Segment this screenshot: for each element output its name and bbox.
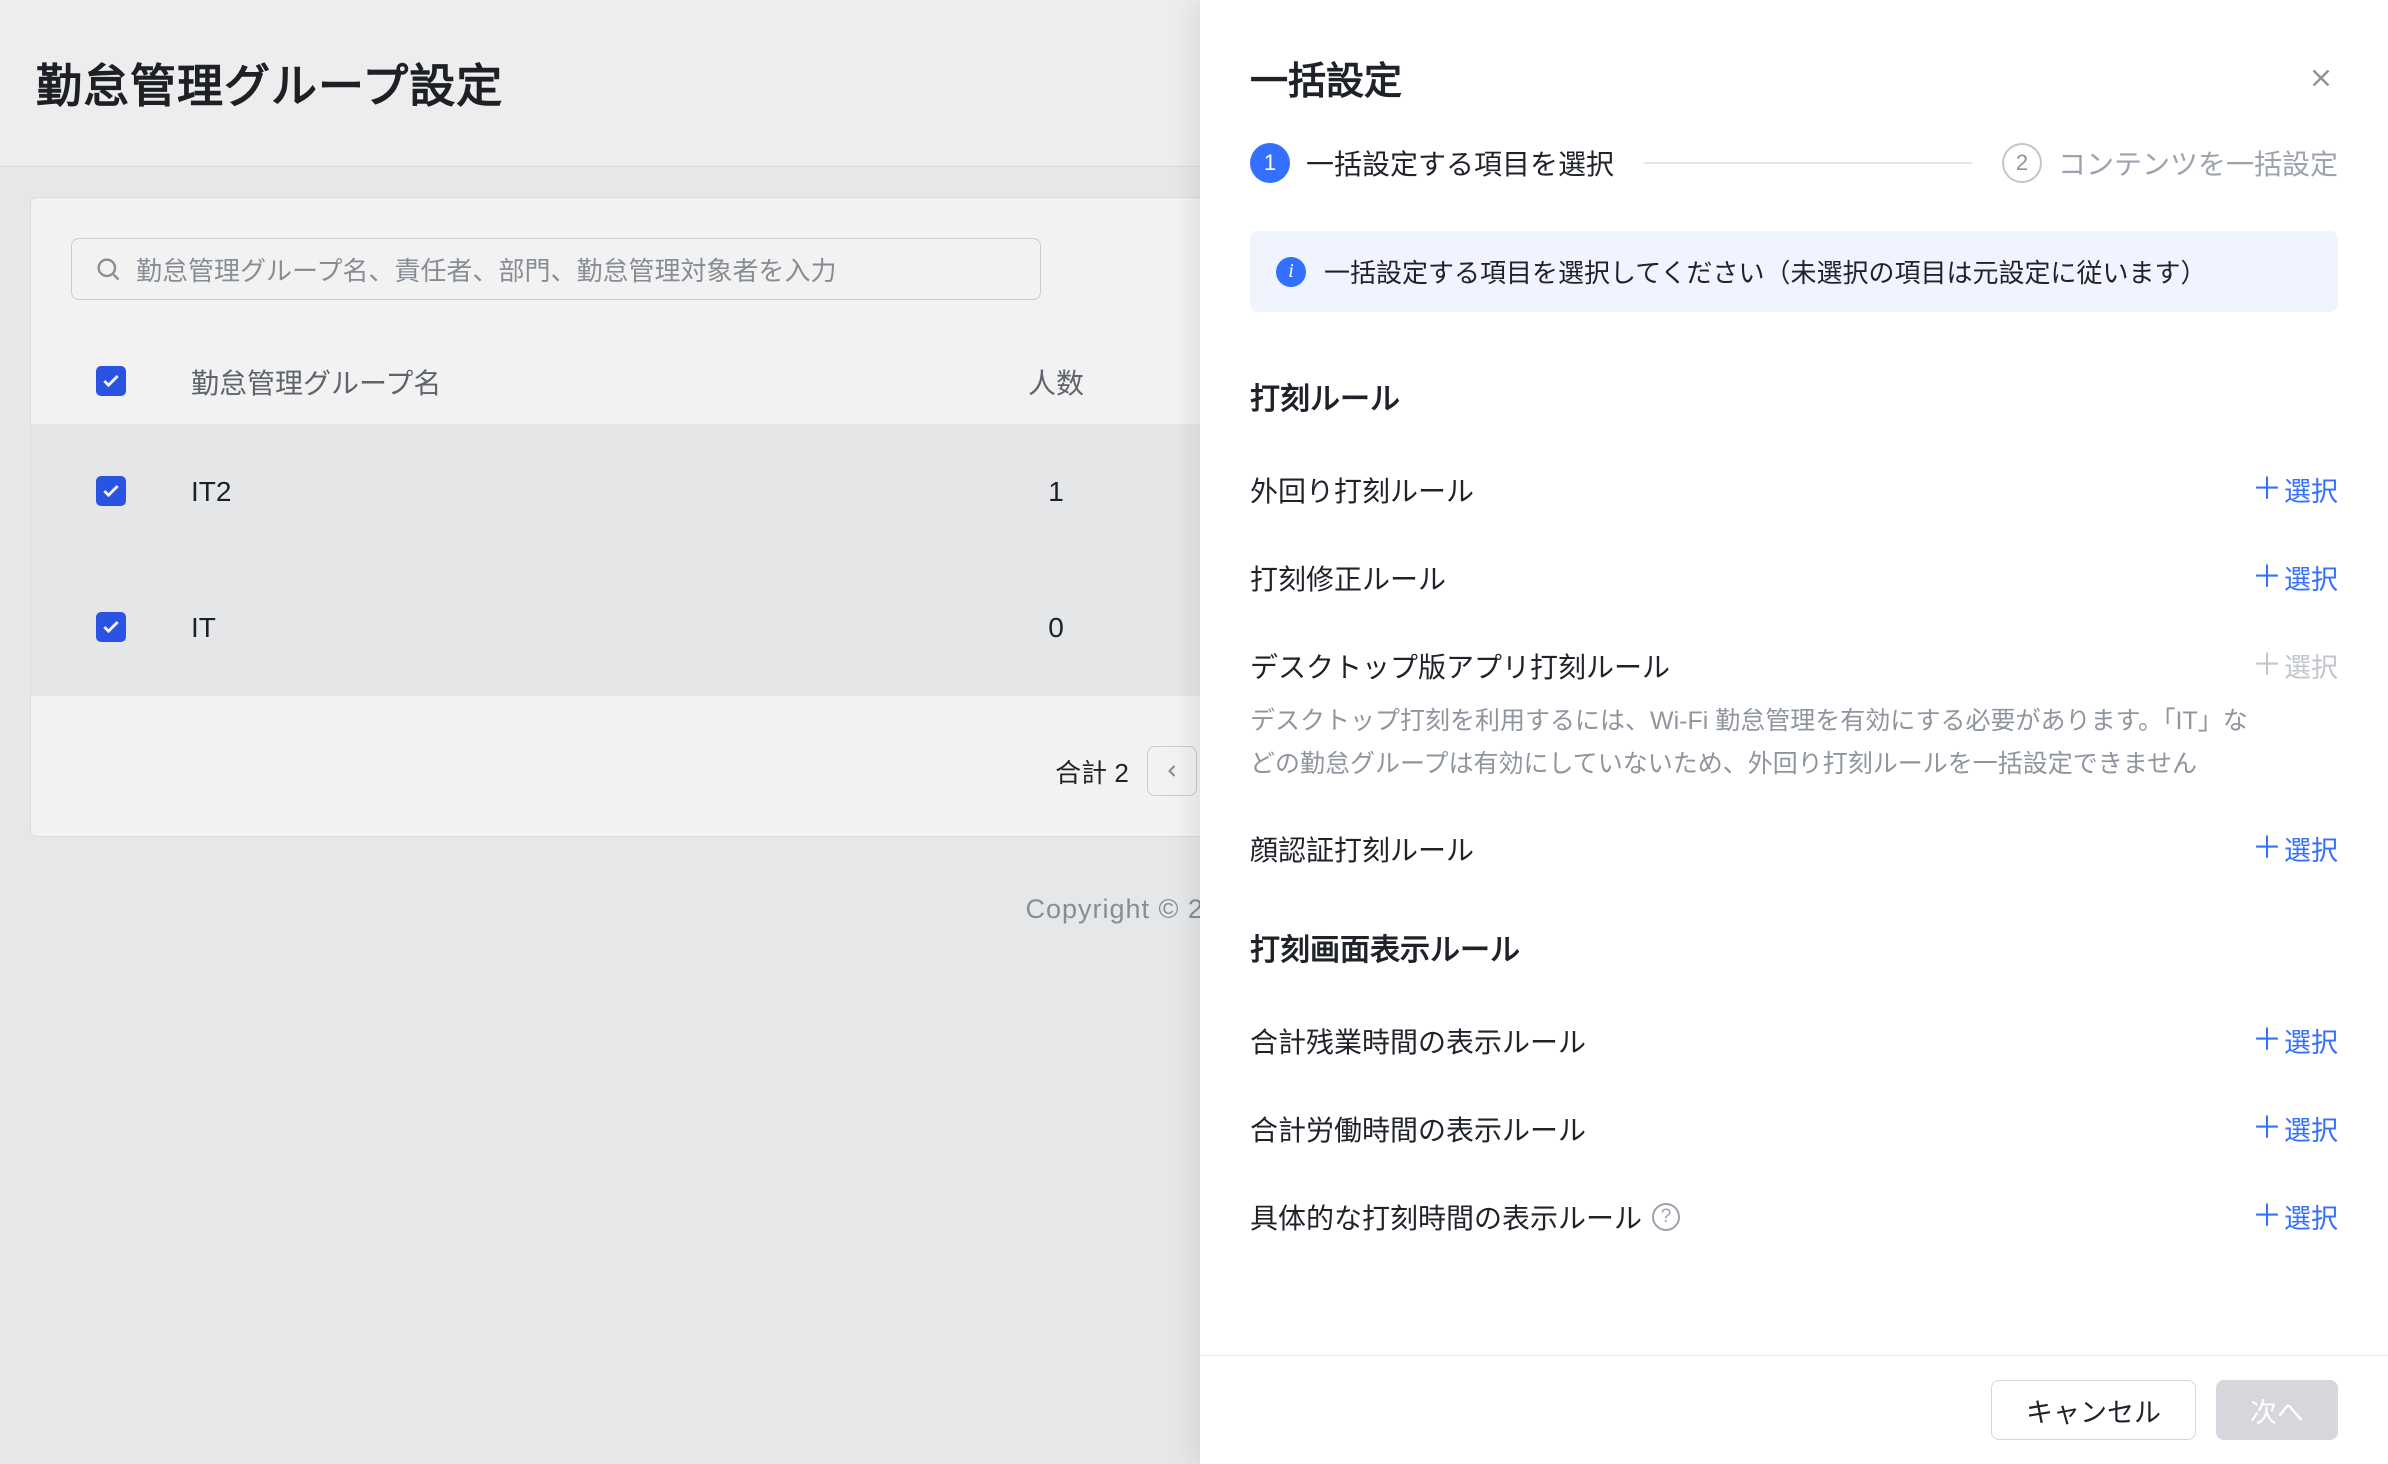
plus-icon: ＋ (2252, 834, 2282, 864)
pagination-prev[interactable] (1147, 746, 1197, 796)
select-button[interactable]: ＋選択 (2252, 558, 2338, 597)
pagination-total: 合計 2 (1055, 753, 1129, 790)
step-2: 2 コンテンツを一括設定 (2002, 143, 2338, 183)
rule-row-desktop: デスクトップ版アプリ打刻ルール ＋選択 (1250, 622, 2338, 710)
step-divider (1644, 162, 1972, 164)
select-button[interactable]: ＋選択 (2252, 1197, 2338, 1236)
checkbox-all[interactable] (96, 366, 126, 396)
drawer-body: 打刻ルール 外回り打刻ルール ＋選択 打刻修正ルール ＋選択 デスクトップ版アプ… (1200, 360, 2388, 1355)
section-title-clock: 打刻ルール (1250, 374, 2338, 418)
checkbox-row[interactable] (96, 476, 126, 506)
rule-label: 具体的な打刻時間の表示ルール ? (1250, 1197, 1680, 1237)
rule-label: デスクトップ版アプリ打刻ルール (1250, 646, 1670, 686)
close-icon (2306, 63, 2336, 93)
rule-row-work: 合計労働時間の表示ルール ＋選択 (1250, 1085, 2338, 1173)
step-1-label: 一括設定する項目を選択 (1306, 143, 1614, 183)
rule-row-face: 顔認証打刻ルール ＋選択 (1250, 805, 2338, 893)
cancel-button[interactable]: キャンセル (1991, 1380, 2196, 1440)
plus-icon: ＋ (2252, 651, 2282, 681)
info-icon: i (1276, 257, 1306, 287)
cell-name: IT (191, 560, 991, 696)
cell-count: 0 (991, 560, 1121, 696)
bulk-settings-drawer: 一括設定 1 一括設定する項目を選択 2 コンテンツを一括設定 i 一括設定する… (1200, 0, 2388, 1464)
drawer-title: 一括設定 (1250, 50, 1402, 105)
close-button[interactable] (2304, 61, 2338, 95)
rule-label: 外回り打刻ルール (1250, 470, 1474, 510)
rule-label: 顔認証打刻ルール (1250, 829, 1474, 869)
col-count: 人数 (991, 340, 1121, 424)
select-button-disabled: ＋選択 (2252, 646, 2338, 685)
plus-icon: ＋ (2252, 1026, 2282, 1056)
rule-row-ext: 外回り打刻ルール ＋選択 (1250, 446, 2338, 534)
cell-name: IT2 (191, 424, 991, 560)
plus-icon: ＋ (2252, 1202, 2282, 1232)
select-button[interactable]: ＋選択 (2252, 1021, 2338, 1060)
search-icon (94, 255, 122, 283)
select-button[interactable]: ＋選択 (2252, 1109, 2338, 1148)
rule-row-fix: 打刻修正ルール ＋選択 (1250, 534, 2338, 622)
rule-row-overtime: 合計残業時間の表示ルール ＋選択 (1250, 997, 2338, 1085)
rule-label: 合計残業時間の表示ルール (1250, 1021, 1586, 1061)
rule-label: 合計労働時間の表示ルール (1250, 1109, 1586, 1149)
plus-icon: ＋ (2252, 475, 2282, 505)
rule-row-detail: 具体的な打刻時間の表示ルール ? ＋選択 (1250, 1173, 2338, 1261)
steps: 1 一括設定する項目を選択 2 コンテンツを一括設定 (1200, 143, 2388, 231)
section-title-display: 打刻画面表示ルール (1250, 925, 2338, 969)
drawer-header: 一括設定 (1200, 0, 2388, 143)
select-button[interactable]: ＋選択 (2252, 829, 2338, 868)
search-placeholder: 勤怠管理グループ名、責任者、部門、勤怠管理対象者を入力 (136, 251, 836, 288)
step-2-num: 2 (2002, 143, 2042, 183)
select-button[interactable]: ＋選択 (2252, 470, 2338, 509)
plus-icon: ＋ (2252, 1114, 2282, 1144)
step-1: 1 一括設定する項目を選択 (1250, 143, 1614, 183)
alert-text: 一括設定する項目を選択してください（未選択の項目は元設定に従います） (1324, 253, 2206, 290)
col-name: 勤怠管理グループ名 (191, 340, 991, 424)
drawer-footer: キャンセル 次へ (1200, 1355, 2388, 1464)
help-icon[interactable]: ? (1652, 1203, 1680, 1231)
step-2-label: コンテンツを一括設定 (2058, 143, 2338, 183)
info-alert: i 一括設定する項目を選択してください（未選択の項目は元設定に従います） (1250, 231, 2338, 312)
rule-label: 打刻修正ルール (1250, 558, 1446, 598)
chevron-left-icon (1162, 761, 1182, 781)
cell-count: 1 (991, 424, 1121, 560)
rule-desc-desktop: デスクトップ打刻を利用するには、Wi-Fi 勤怠管理を有効にする必要があります。… (1250, 700, 2270, 785)
search-input[interactable]: 勤怠管理グループ名、責任者、部門、勤怠管理対象者を入力 (71, 238, 1041, 300)
checkbox-row[interactable] (96, 612, 126, 642)
plus-icon: ＋ (2252, 563, 2282, 593)
step-1-num: 1 (1250, 143, 1290, 183)
next-button[interactable]: 次へ (2216, 1380, 2338, 1440)
